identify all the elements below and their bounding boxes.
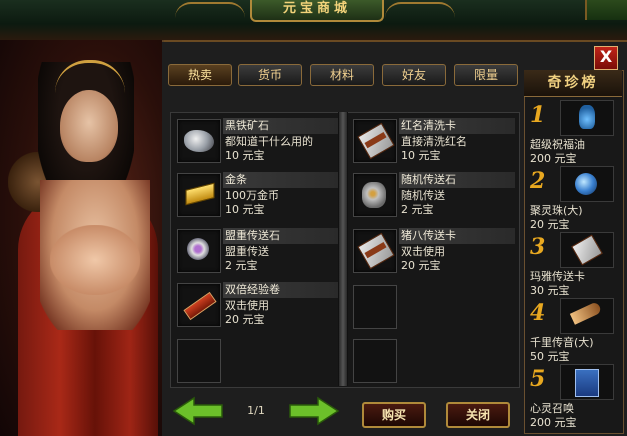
rank-item-price: 200 元宝 xyxy=(530,416,577,429)
rank-slot xyxy=(560,364,614,400)
rank-slot xyxy=(560,232,614,268)
rank-number: 1 xyxy=(530,102,546,128)
item-price: 10 元宝 xyxy=(401,149,441,162)
close-button[interactable]: 关闭 xyxy=(446,402,510,428)
list-item[interactable]: 金条 100万金币 10 元宝 xyxy=(173,169,339,221)
item-desc: 随机传送 xyxy=(401,189,445,202)
item-desc: 双击使用 xyxy=(401,245,445,258)
item-slot xyxy=(353,229,397,273)
tab-bar: 热卖 货币 材料 好友 限量 xyxy=(168,64,518,88)
item-slot xyxy=(177,283,221,327)
list-item[interactable]: 黑铁矿石 都知道干什么用的 10 元宝 xyxy=(173,115,339,167)
item-price: 2 元宝 xyxy=(225,259,258,272)
character-portrait xyxy=(0,40,164,436)
tab-hot[interactable]: 热卖 xyxy=(168,64,232,86)
item-desc: 直接清洗红名 xyxy=(401,135,467,148)
rank-number: 2 xyxy=(530,168,546,194)
page-indicator: 1/1 xyxy=(247,404,265,417)
empty-slot xyxy=(353,285,397,329)
ore-icon xyxy=(184,130,214,152)
rank-item-price: 50 元宝 xyxy=(530,350,570,363)
teleport-stone-icon xyxy=(187,238,209,260)
card-icon xyxy=(357,122,395,160)
top-banner: 元宝商城 xyxy=(0,0,627,42)
gold-bar-icon xyxy=(185,182,215,206)
item-slot xyxy=(177,119,221,163)
tab-limited[interactable]: 限量 xyxy=(454,64,518,86)
portrait-face xyxy=(60,90,118,162)
tab-currency[interactable]: 货币 xyxy=(238,64,302,86)
prev-page-arrow-icon[interactable] xyxy=(172,396,224,426)
rank-item-price: 30 元宝 xyxy=(530,284,570,297)
list-item[interactable]: 随机传送石 随机传送 2 元宝 xyxy=(349,169,515,221)
empty-slot xyxy=(353,339,397,383)
rank-number: 4 xyxy=(530,300,546,326)
item-slot xyxy=(353,119,397,163)
ornament-right xyxy=(385,2,455,18)
item-price: 10 元宝 xyxy=(225,203,265,216)
rank-slot xyxy=(560,166,614,202)
item-price: 2 元宝 xyxy=(401,203,434,216)
item-price: 20 元宝 xyxy=(225,313,265,326)
ranking-entry[interactable]: 3 玛雅传送卡 30 元宝 xyxy=(526,232,620,298)
rank-number: 5 xyxy=(530,366,546,392)
item-price: 10 元宝 xyxy=(225,149,265,162)
bead-icon xyxy=(575,173,597,195)
empty-slot xyxy=(177,339,221,383)
stone-icon xyxy=(362,182,386,208)
corner-decoration xyxy=(585,0,627,20)
horn-icon xyxy=(569,301,603,325)
item-desc: 双击使用 xyxy=(225,299,269,312)
list-divider xyxy=(338,112,348,386)
item-name: 金条 xyxy=(223,172,339,188)
portrait-chest xyxy=(50,225,140,295)
item-desc: 都知道干什么用的 xyxy=(225,135,313,148)
list-item[interactable]: 猪八传送卡 双击使用 20 元宝 xyxy=(349,225,515,277)
ranking-entry[interactable]: 5 心灵召唤 200 元宝 xyxy=(526,364,620,430)
item-price: 20 元宝 xyxy=(401,259,441,272)
list-item[interactable]: 红名清洗卡 直接清洗红名 10 元宝 xyxy=(349,115,515,167)
rank-item-price: 200 元宝 xyxy=(530,152,577,165)
ranking-entry[interactable]: 1 超级祝福油 200 元宝 xyxy=(526,100,620,166)
rank-number: 3 xyxy=(530,234,546,260)
tab-materials[interactable]: 材料 xyxy=(310,64,374,86)
item-slot xyxy=(177,173,221,217)
buy-button[interactable]: 购买 xyxy=(362,402,426,428)
item-name: 随机传送石 xyxy=(399,172,515,188)
item-name: 红名清洗卡 xyxy=(399,118,515,134)
item-name: 黑铁矿石 xyxy=(223,118,339,134)
rank-slot xyxy=(560,100,614,136)
item-name: 双倍经验卷 xyxy=(223,282,339,298)
item-desc: 盟重传送 xyxy=(225,245,269,258)
ranking-title: 奇珍榜 xyxy=(524,70,622,97)
close-icon[interactable]: X xyxy=(594,46,618,70)
next-page-arrow-icon[interactable] xyxy=(288,396,340,426)
card-icon xyxy=(571,234,603,266)
item-slot xyxy=(353,173,397,217)
item-name: 盟重传送石 xyxy=(223,228,339,244)
item-desc: 100万金币 xyxy=(225,189,279,202)
window-title: 元宝商城 xyxy=(250,0,384,22)
list-item[interactable]: 双倍经验卷 双击使用 20 元宝 xyxy=(173,279,339,331)
item-slot xyxy=(177,229,221,273)
tab-friends[interactable]: 好友 xyxy=(382,64,446,86)
ornament-left xyxy=(175,2,245,18)
list-item[interactable]: 盟重传送石 盟重传送 2 元宝 xyxy=(173,225,339,277)
rank-slot xyxy=(560,298,614,334)
card-icon xyxy=(357,232,395,270)
rank-item-price: 20 元宝 xyxy=(530,218,570,231)
scroll-icon xyxy=(183,291,217,321)
book-icon xyxy=(575,369,599,397)
ranking-entry[interactable]: 2 聚灵珠(大) 20 元宝 xyxy=(526,166,620,232)
ranking-entry[interactable]: 4 千里传音(大) 50 元宝 xyxy=(526,298,620,364)
item-name: 猪八传送卡 xyxy=(399,228,515,244)
oil-bottle-icon xyxy=(579,105,595,129)
